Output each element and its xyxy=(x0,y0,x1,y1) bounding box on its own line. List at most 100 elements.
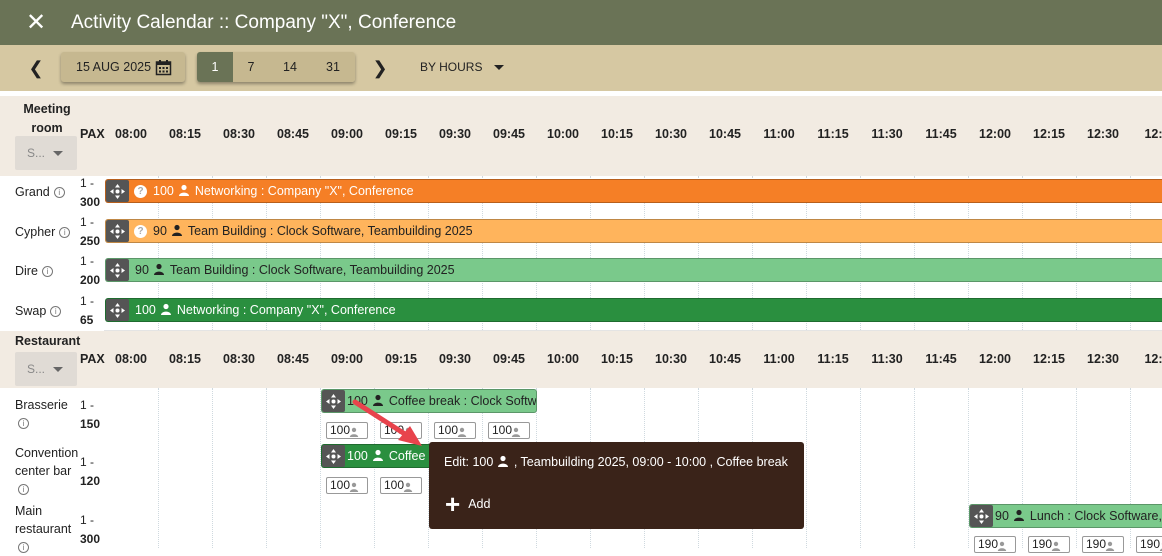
meeting-room-filter-select[interactable]: S... xyxy=(15,136,77,170)
room-label: Cypher xyxy=(15,225,55,239)
event-bar-networking-swap[interactable]: 100 Networking : Company "X", Conference xyxy=(105,298,1162,322)
date-picker-button[interactable]: 15 AUG 2025 xyxy=(61,52,185,82)
time-label: 10:30 xyxy=(644,352,698,366)
room-label: Brasserie xyxy=(15,398,68,412)
room-label: center bar xyxy=(15,464,71,478)
room-name-convention-center-bar: Conventioncenter bari xyxy=(15,444,78,498)
pax-chip[interactable]: 100 xyxy=(434,422,476,439)
pax-chip[interactable]: 100 xyxy=(380,477,422,494)
time-label: 08:00 xyxy=(104,352,158,366)
toolbar: ❮ 15 AUG 2025 1 7 14 31 ❯ BY HOURS xyxy=(0,45,1162,91)
view-mode-dropdown[interactable]: BY HOURS xyxy=(420,53,504,81)
time-label: 08:00 xyxy=(104,127,158,141)
view-mode-label: BY HOURS xyxy=(420,60,482,74)
event-bar-networking-grand[interactable]: ? 100 Networking : Company "X", Conferen… xyxy=(105,179,1162,203)
chevron-down-icon xyxy=(53,367,63,372)
period-1-button[interactable]: 1 xyxy=(197,52,233,82)
move-handle-icon[interactable] xyxy=(322,445,345,467)
window-title: Activity Calendar :: Company "X", Confer… xyxy=(71,12,456,34)
pax-chip[interactable]: 190 xyxy=(1136,536,1162,553)
time-label: 09:30 xyxy=(428,352,482,366)
filter-value: S... xyxy=(27,362,45,376)
period-7-button[interactable]: 7 xyxy=(233,52,269,82)
time-label: 12:30 xyxy=(1076,352,1130,366)
date-label: 15 AUG 2025 xyxy=(76,60,151,74)
info-icon[interactable]: i xyxy=(59,227,70,238)
restaurant-filter-select[interactable]: S... xyxy=(15,352,77,386)
time-label: 12:00 xyxy=(968,127,1022,141)
pax-chip[interactable]: 100 xyxy=(488,422,530,439)
time-label: 10:45 xyxy=(698,127,752,141)
edit-event-option[interactable]: Edit: 100 , Teambuilding 2025, 09:00 - 1… xyxy=(444,455,788,470)
grid-line xyxy=(158,388,159,548)
time-label: 10:30 xyxy=(644,127,698,141)
room-pax-convention-center-bar: 1 -120 xyxy=(80,453,100,491)
room-pax-grand: 1 -300 xyxy=(80,174,100,212)
event-label: Networking : Company "X", Conference xyxy=(195,184,414,198)
room-name-cypher: Cypheri xyxy=(15,223,70,241)
move-handle-icon[interactable] xyxy=(106,299,129,321)
grid-line xyxy=(266,388,267,548)
chip-value: 190 xyxy=(1140,537,1160,551)
next-date-button[interactable]: ❯ xyxy=(367,55,393,81)
edit-suffix: , Teambuilding 2025, 09:00 - 10:00 , Cof… xyxy=(514,455,788,469)
info-icon[interactable]: i xyxy=(54,187,65,198)
pax-chip[interactable]: 190 xyxy=(1028,536,1070,553)
pax-header: PAX xyxy=(80,352,105,366)
person-icon xyxy=(178,184,190,199)
pointer-arrow-icon xyxy=(350,396,430,456)
event-pax: 90 xyxy=(135,263,149,277)
time-label: 08:15 xyxy=(158,352,212,366)
pax-max: 250 xyxy=(80,232,100,251)
time-label: 12:15 xyxy=(1022,127,1076,141)
event-label: Team Building : Clock Software, Teambuil… xyxy=(188,224,473,238)
event-pax: 100 xyxy=(135,303,156,317)
pax-header: PAX xyxy=(80,127,105,141)
previous-date-button[interactable]: ❮ xyxy=(23,55,49,81)
time-label: 12:4 xyxy=(1130,352,1162,366)
chip-value: 100 xyxy=(330,423,350,437)
add-event-button[interactable]: +Add xyxy=(445,494,490,514)
event-pax: 90 xyxy=(995,509,1009,523)
chip-value: 100 xyxy=(438,423,458,437)
pax-min: 1 - xyxy=(80,398,94,412)
move-handle-icon[interactable] xyxy=(322,390,345,412)
time-label: 08:30 xyxy=(212,127,266,141)
time-label: 11:00 xyxy=(752,352,806,366)
time-label: 09:00 xyxy=(320,127,374,141)
event-bar-team-building-dire[interactable]: 90 Team Building : Clock Software, Teamb… xyxy=(105,258,1162,282)
question-icon: ? xyxy=(134,225,147,238)
info-icon[interactable]: i xyxy=(18,418,29,429)
info-icon[interactable]: i xyxy=(42,266,53,277)
grid-line xyxy=(212,388,213,548)
move-handle-icon[interactable] xyxy=(970,505,993,527)
pax-chip[interactable]: 100 xyxy=(326,477,368,494)
period-14-button[interactable]: 14 xyxy=(269,52,311,82)
period-31-button[interactable]: 31 xyxy=(311,52,355,82)
pax-chip[interactable]: 190 xyxy=(974,536,1016,553)
time-label: 09:45 xyxy=(482,352,536,366)
chip-value: 100 xyxy=(330,478,350,492)
move-handle-icon[interactable] xyxy=(106,259,129,281)
move-handle-icon[interactable] xyxy=(106,180,129,202)
room-label: Grand xyxy=(15,185,50,199)
pax-min: 1 - xyxy=(80,455,94,469)
pax-chip[interactable]: 190 xyxy=(1082,536,1124,553)
pax-max: 200 xyxy=(80,271,100,290)
chip-value: 190 xyxy=(978,537,998,551)
info-icon[interactable]: i xyxy=(18,484,29,495)
event-bar-lunch-main-restaurant[interactable]: 90 Lunch : Clock Software, xyxy=(969,504,1162,528)
time-label: 10:15 xyxy=(590,127,644,141)
info-icon[interactable]: i xyxy=(50,306,61,317)
time-label: 08:45 xyxy=(266,127,320,141)
move-handle-icon[interactable] xyxy=(106,220,129,242)
pax-min: 1 - xyxy=(80,215,94,229)
time-label: 12:30 xyxy=(1076,127,1130,141)
meeting-room-header: Meeting room S... PAX 08:0008:1508:3008:… xyxy=(0,96,1162,176)
close-icon[interactable]: ✕ xyxy=(21,8,51,38)
section-title-restaurant: Restaurant xyxy=(15,334,80,348)
title-bar: ✕ Activity Calendar :: Company "X", Conf… xyxy=(0,0,1162,45)
edit-prefix: Edit: 100 xyxy=(444,455,493,469)
time-label: 09:45 xyxy=(482,127,536,141)
event-bar-team-building-cypher[interactable]: ? 90 Team Building : Clock Software, Tea… xyxy=(105,219,1162,243)
